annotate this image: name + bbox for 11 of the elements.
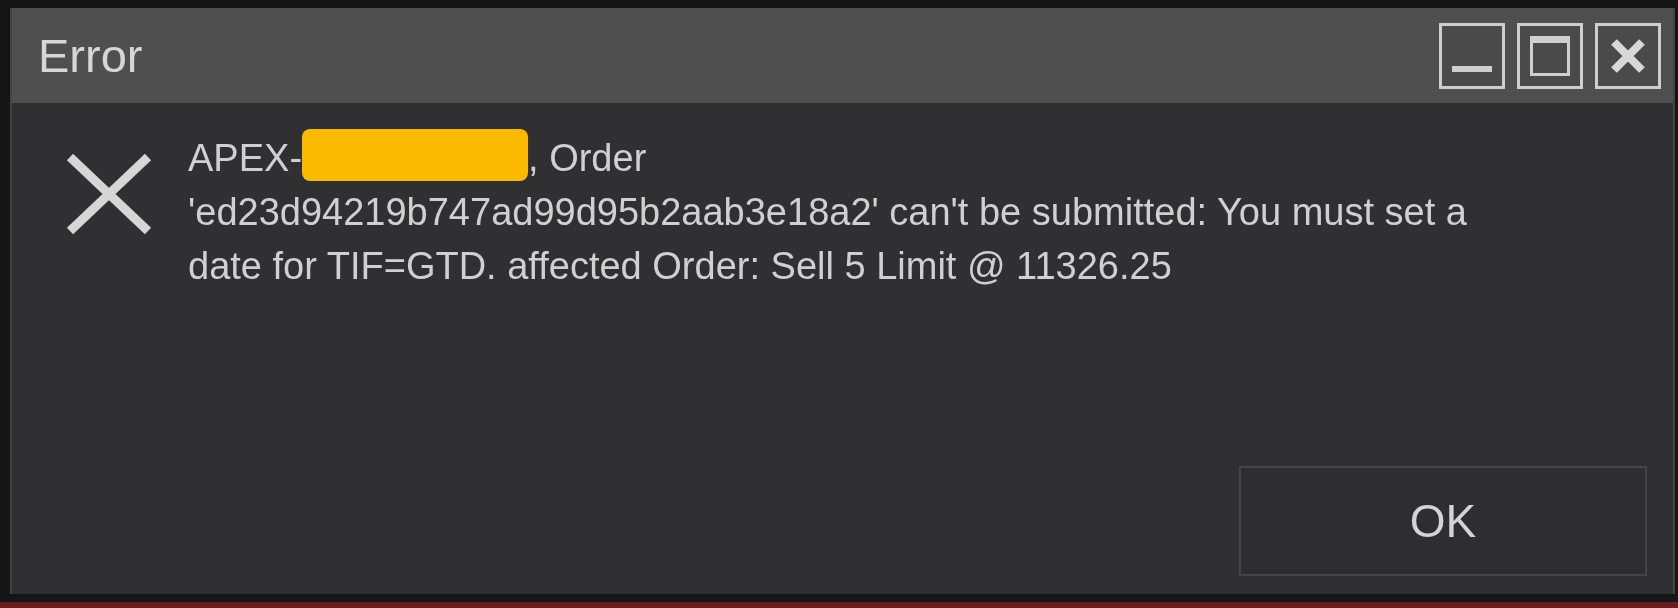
error-x-icon bbox=[64, 153, 154, 235]
message-prefix: APEX- bbox=[188, 136, 303, 181]
ok-button[interactable]: OK bbox=[1239, 466, 1647, 576]
window-title: Error bbox=[38, 28, 143, 83]
close-icon bbox=[1610, 37, 1646, 74]
minimize-button[interactable] bbox=[1439, 22, 1505, 89]
minimize-icon bbox=[1452, 65, 1492, 72]
message-text: 'ed23d94219b747ad99d95b2aab3e18a2' can't be submitted: You must set a date for TIF=GTD. affected Order: Sell 5 Limit @ 11326.25 bbox=[188, 190, 1468, 289]
message-suffix: , Order bbox=[528, 136, 647, 181]
close-button[interactable] bbox=[1595, 22, 1661, 89]
maximize-button[interactable] bbox=[1517, 22, 1583, 89]
